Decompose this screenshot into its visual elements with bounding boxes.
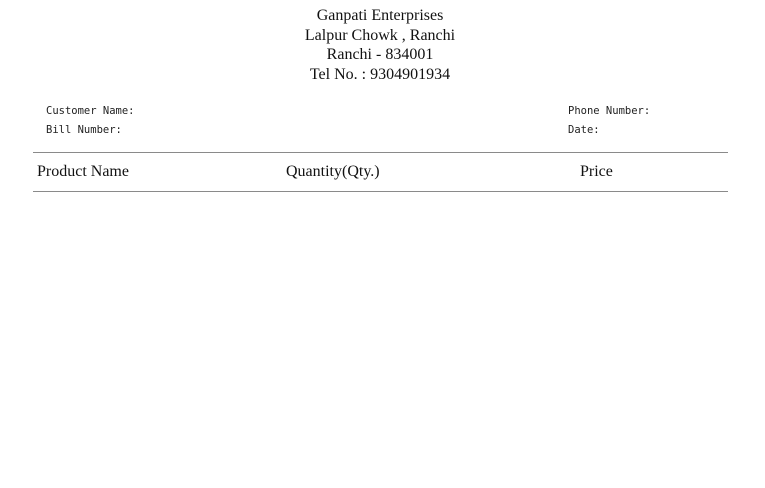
- store-address-line1: Lalpur Chowk , Ranchi: [304, 26, 456, 44]
- column-header-quantity: Quantity(Qty.): [286, 163, 380, 180]
- table-top-divider: [33, 152, 728, 153]
- bill-number-label: Bill Number:: [46, 124, 122, 136]
- customer-name-label: Customer Name:: [46, 105, 135, 117]
- store-address-line2: Ranchi - 834001: [326, 46, 434, 63]
- table-header-divider: [33, 191, 728, 192]
- column-header-price: Price: [580, 163, 613, 180]
- phone-number-label: Phone Number:: [568, 105, 651, 117]
- store-name: Ganpati Enterprises: [316, 7, 444, 24]
- store-header: Ganpati Enterprises Lalpur Chowk , Ranch…: [0, 6, 760, 84]
- date-label: Date:: [568, 124, 600, 136]
- column-header-product-name: Product Name: [37, 163, 129, 180]
- store-telephone: Tel No. : 9304901934: [309, 65, 451, 83]
